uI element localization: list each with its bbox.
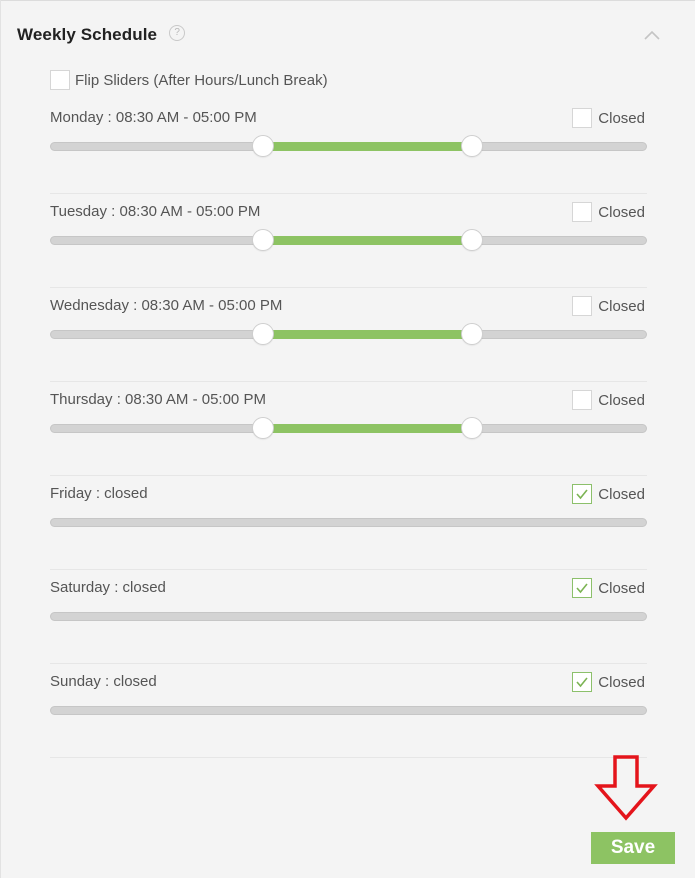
closed-toggle[interactable]: Closed xyxy=(572,578,645,598)
open-hours-range xyxy=(263,424,473,433)
closed-label: Closed xyxy=(598,109,645,127)
save-button[interactable]: Save xyxy=(591,832,675,864)
checkmark-icon xyxy=(576,677,588,688)
panel-top-border xyxy=(0,0,695,1)
closed-checkbox[interactable] xyxy=(572,672,593,692)
day-row: Thursday : 08:30 AM - 05:00 PM Closed xyxy=(50,382,647,476)
down-arrow-icon xyxy=(594,755,658,821)
closed-label: Closed xyxy=(598,485,645,503)
closed-label: Closed xyxy=(598,203,645,221)
day-row: Sunday : closed Closed xyxy=(50,664,647,758)
day-label: Sunday : closed xyxy=(50,673,157,690)
end-time-handle[interactable] xyxy=(461,229,484,251)
closed-label: Closed xyxy=(598,579,645,597)
chevron-up-icon[interactable] xyxy=(643,28,661,42)
start-time-handle[interactable] xyxy=(252,135,275,157)
closed-label: Closed xyxy=(598,673,645,691)
day-label: Friday : closed xyxy=(50,485,148,502)
time-slider-track[interactable] xyxy=(50,612,647,621)
time-slider-track[interactable] xyxy=(50,518,647,527)
section-header: Weekly Schedule ? xyxy=(17,22,186,48)
closed-toggle[interactable]: Closed xyxy=(572,202,645,222)
time-slider-track[interactable] xyxy=(50,706,647,715)
checkmark-icon xyxy=(576,583,588,594)
closed-checkbox[interactable] xyxy=(572,484,593,504)
closed-label: Closed xyxy=(598,297,645,315)
day-row: Monday : 08:30 AM - 05:00 PM Closed xyxy=(50,100,647,194)
day-row: Friday : closed Closed xyxy=(50,476,647,570)
day-label: Saturday : closed xyxy=(50,579,166,596)
closed-toggle[interactable]: Closed xyxy=(572,296,645,316)
day-row: Wednesday : 08:30 AM - 05:00 PM Closed xyxy=(50,288,647,382)
flip-sliders-checkbox[interactable] xyxy=(50,70,70,90)
section-title: Weekly Schedule xyxy=(17,25,158,44)
closed-checkbox[interactable] xyxy=(572,296,593,316)
end-time-handle[interactable] xyxy=(461,323,484,345)
end-time-handle[interactable] xyxy=(461,417,484,439)
closed-checkbox[interactable] xyxy=(572,202,593,222)
day-row: Tuesday : 08:30 AM - 05:00 PM Closed xyxy=(50,194,647,288)
help-icon[interactable]: ? xyxy=(169,25,186,41)
panel-left-border xyxy=(0,0,1,878)
closed-checkbox[interactable] xyxy=(572,578,593,598)
day-label: Monday : 08:30 AM - 05:00 PM xyxy=(50,109,257,126)
start-time-handle[interactable] xyxy=(252,229,275,251)
closed-toggle[interactable]: Closed xyxy=(572,390,645,410)
day-label: Thursday : 08:30 AM - 05:00 PM xyxy=(50,391,266,408)
flip-sliders-row[interactable]: Flip Sliders (After Hours/Lunch Break) xyxy=(50,70,328,90)
open-hours-range xyxy=(263,330,473,339)
closed-toggle[interactable]: Closed xyxy=(572,108,645,128)
day-label: Tuesday : 08:30 AM - 05:00 PM xyxy=(50,203,261,220)
day-row: Saturday : closed Closed xyxy=(50,570,647,664)
open-hours-range xyxy=(263,236,473,245)
start-time-handle[interactable] xyxy=(252,417,275,439)
start-time-handle[interactable] xyxy=(252,323,275,345)
end-time-handle[interactable] xyxy=(461,135,484,157)
closed-toggle[interactable]: Closed xyxy=(572,484,645,504)
day-label: Wednesday : 08:30 AM - 05:00 PM xyxy=(50,297,283,314)
closed-checkbox[interactable] xyxy=(572,108,593,128)
row-divider xyxy=(50,757,647,758)
closed-label: Closed xyxy=(598,391,645,409)
closed-toggle[interactable]: Closed xyxy=(572,672,645,692)
checkmark-icon xyxy=(576,489,588,500)
open-hours-range xyxy=(263,142,473,151)
flip-sliders-label: Flip Sliders (After Hours/Lunch Break) xyxy=(75,71,328,89)
closed-checkbox[interactable] xyxy=(572,390,593,410)
